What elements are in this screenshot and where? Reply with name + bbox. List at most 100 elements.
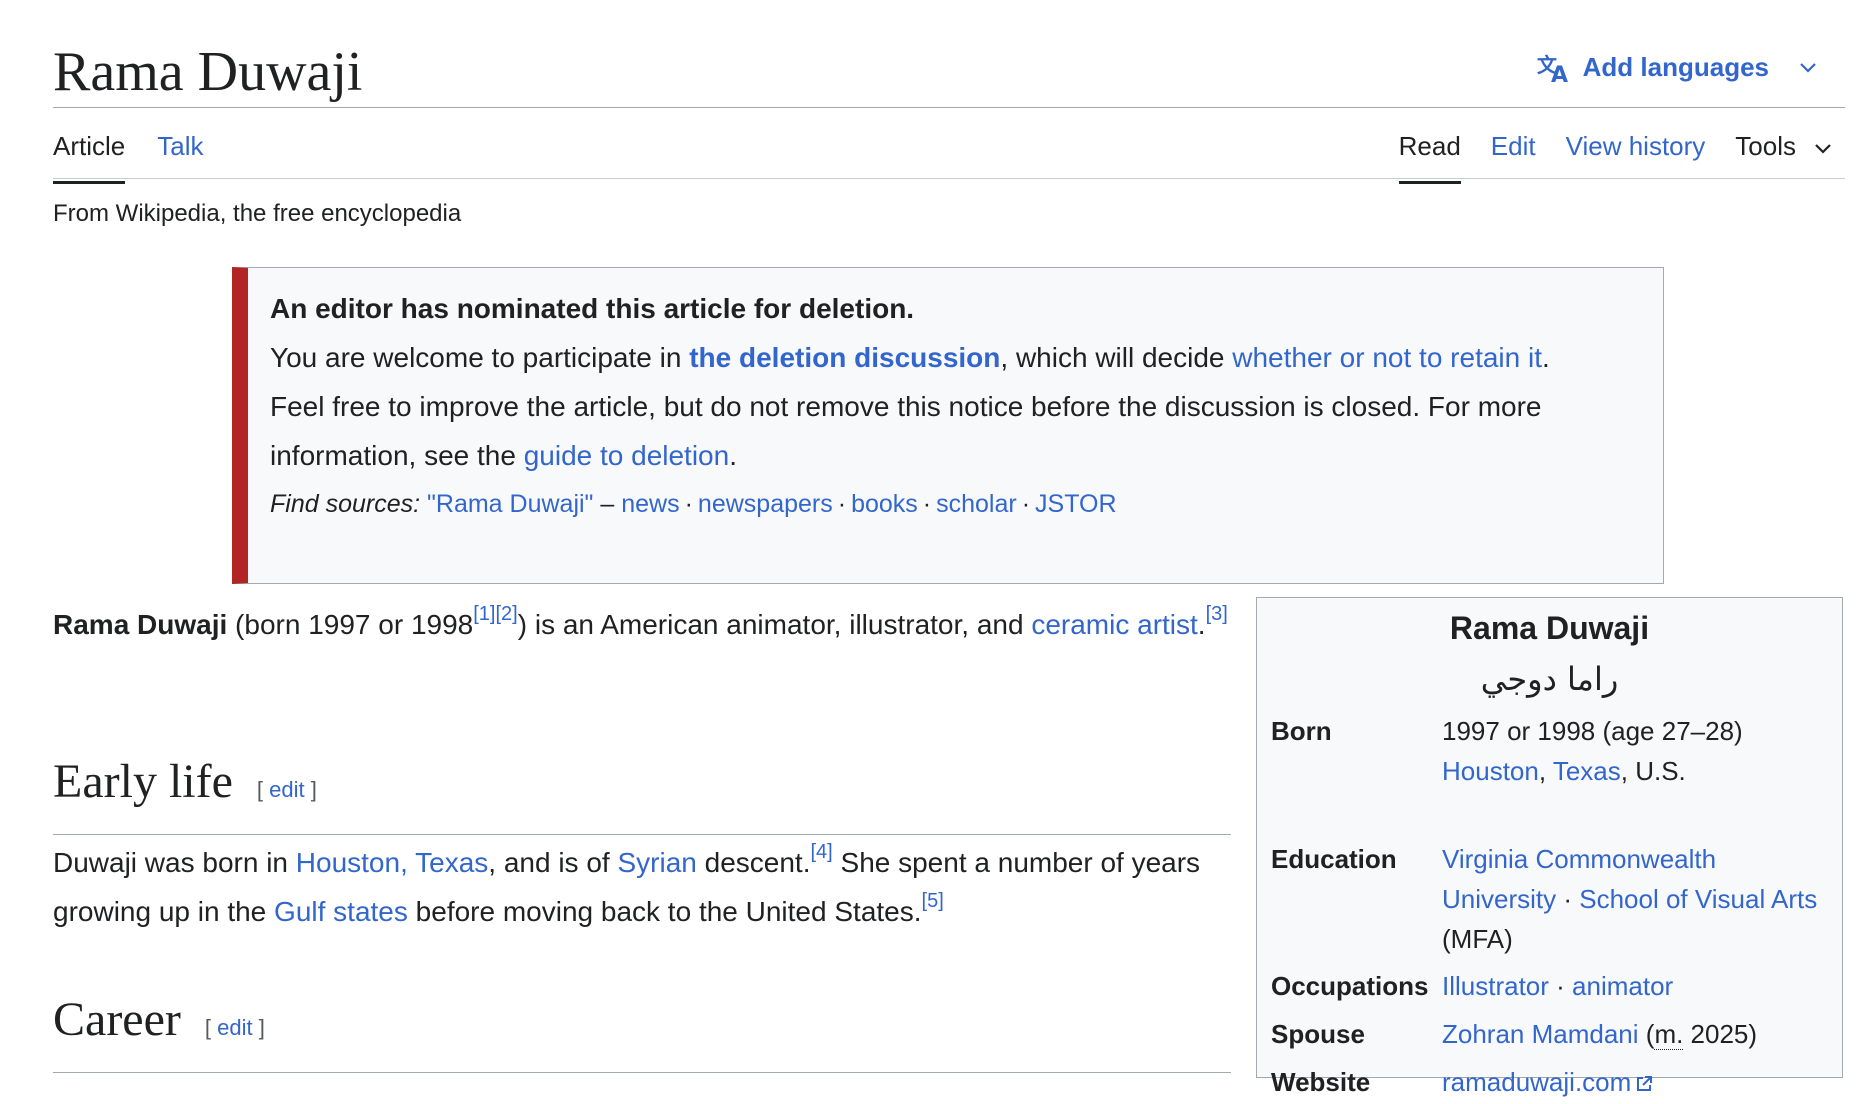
dash: – bbox=[593, 490, 622, 518]
degree: (MFA) bbox=[1442, 924, 1513, 954]
chevron-down-icon bbox=[1799, 62, 1817, 74]
source-jstor-link[interactable]: JSTOR bbox=[1035, 490, 1117, 518]
source-news-link[interactable]: news bbox=[621, 490, 679, 518]
tab-read[interactable]: Read bbox=[1398, 128, 1461, 184]
svg-text:A: A bbox=[1551, 63, 1568, 83]
tab-article[interactable]: Article bbox=[53, 128, 126, 184]
separator: · bbox=[922, 490, 932, 518]
infobox-value: Virginia Commonwealth University · Schoo… bbox=[1442, 839, 1832, 959]
ref-link[interactable]: [1] bbox=[473, 603, 495, 625]
paren: ( bbox=[1638, 1019, 1655, 1049]
page-title: Rama Duwaji bbox=[53, 41, 363, 103]
notice-heading: An editor has nominated this article for… bbox=[270, 293, 915, 324]
tab-edit[interactable]: Edit bbox=[1491, 128, 1536, 184]
separator: · bbox=[1021, 490, 1031, 518]
separator: · bbox=[684, 490, 693, 518]
section-title: Career bbox=[53, 993, 181, 1046]
paragraph-text: before moving back to the United States. bbox=[407, 896, 922, 927]
notice-text: , which will decide bbox=[1000, 342, 1233, 373]
infobox-row-website: Website ramaduwaji.com bbox=[1271, 1062, 1832, 1104]
lead-subject: Rama Duwaji bbox=[53, 609, 228, 640]
ceramic-artist-link[interactable]: ceramic artist bbox=[1031, 609, 1197, 640]
source-newspapers-link[interactable]: newspapers bbox=[698, 490, 833, 518]
ref-link[interactable]: [5] bbox=[922, 890, 944, 912]
namespace-tabs: Article Talk bbox=[53, 128, 236, 184]
infobox-row-spouse: Spouse Zohran Mamdani (m. 2025) bbox=[1271, 1014, 1832, 1054]
edit-section-link[interactable]: edit bbox=[269, 777, 304, 802]
texas-link[interactable]: Texas bbox=[1553, 756, 1621, 786]
ref-link[interactable]: [3] bbox=[1206, 603, 1228, 625]
marriage-year: 2025) bbox=[1683, 1019, 1758, 1049]
source-books-link[interactable]: books bbox=[851, 490, 918, 518]
bracket: ] bbox=[252, 1015, 265, 1040]
notice-text: Feel free to improve the article, but do… bbox=[270, 391, 1542, 471]
infobox: Rama Duwaji راما دوجي Born 1997 or 1998 … bbox=[1256, 597, 1843, 1097]
infobox-value: 1997 or 1998 (age 27–28) Houston, Texas,… bbox=[1442, 711, 1832, 791]
notice-text: . bbox=[1542, 342, 1550, 373]
view-tabs: Read Edit View history Tools bbox=[1398, 128, 1832, 184]
infobox-label: Website bbox=[1271, 1067, 1371, 1097]
lead-end: . bbox=[1197, 609, 1206, 640]
tools-menu[interactable]: Tools bbox=[1735, 128, 1832, 184]
title-divider bbox=[53, 107, 1845, 108]
infobox-label: Occupations bbox=[1271, 971, 1429, 1001]
infobox-value: Zohran Mamdani (m. 2025) bbox=[1442, 1014, 1832, 1054]
edit-section-link[interactable]: edit bbox=[217, 1015, 252, 1040]
syrian-link[interactable]: Syrian bbox=[617, 847, 696, 878]
spouse-link[interactable]: Zohran Mamdani bbox=[1442, 1019, 1639, 1049]
bracket: [ bbox=[204, 1015, 218, 1040]
houston-texas-link[interactable]: Houston, Texas bbox=[296, 847, 489, 878]
illustrator-link[interactable]: Illustrator bbox=[1442, 971, 1549, 1001]
tab-talk[interactable]: Talk bbox=[157, 128, 203, 184]
country: , U.S. bbox=[1620, 756, 1686, 786]
source-query-link[interactable]: "Rama Duwaji" bbox=[427, 490, 593, 518]
deletion-discussion-link[interactable]: the deletion discussion bbox=[689, 342, 1000, 373]
infobox-title: Rama Duwaji bbox=[1449, 610, 1650, 646]
edit-section: [ edit ] bbox=[205, 998, 265, 1058]
separator: · bbox=[837, 490, 847, 518]
add-languages-label: Add languages bbox=[1582, 52, 1769, 82]
infobox-label: Spouse bbox=[1271, 1019, 1365, 1049]
birth-date: 1997 or 1998 (age 27–28) bbox=[1442, 716, 1743, 746]
tab-view-history[interactable]: View history bbox=[1566, 128, 1706, 184]
infobox-value: Illustrator · animator bbox=[1442, 966, 1832, 1006]
lead-paragraph: Rama Duwaji (born 1997 or 1998[1][2]) is… bbox=[53, 600, 1233, 649]
tabs-divider bbox=[53, 178, 1845, 179]
find-sources: Find sources: "Rama Duwaji" – news · newsp… bbox=[270, 480, 1643, 528]
lead-text: ) is an American animator, illustrator, … bbox=[517, 609, 1032, 640]
paragraph-text: descent. bbox=[696, 847, 811, 878]
bracket: [ bbox=[256, 777, 270, 802]
paragraph-text: Duwaji was born in bbox=[53, 847, 296, 878]
infobox-label: Born bbox=[1271, 716, 1332, 746]
guide-to-deletion-link[interactable]: guide to deletion bbox=[524, 440, 730, 471]
infobox-label: Education bbox=[1271, 844, 1397, 874]
animator-link[interactable]: animator bbox=[1572, 971, 1673, 1001]
deletion-notice: An editor has nominated this article for… bbox=[232, 267, 1664, 584]
retention-policy-link[interactable]: whether or not to retain it bbox=[1232, 342, 1542, 373]
separator: · bbox=[1556, 884, 1580, 914]
edit-section: [ edit ] bbox=[257, 760, 317, 820]
website-link[interactable]: ramaduwaji.com bbox=[1442, 1067, 1631, 1097]
comma: , bbox=[1538, 756, 1553, 786]
chevron-down-icon bbox=[1814, 128, 1832, 164]
tools-label: Tools bbox=[1735, 131, 1796, 161]
married-abbr: m. bbox=[1654, 1019, 1684, 1050]
section-heading-early-life: Early life [ edit ] bbox=[53, 752, 1231, 835]
external-link-icon bbox=[1635, 1064, 1653, 1104]
source-scholar-link[interactable]: scholar bbox=[936, 490, 1017, 518]
infobox-native-name: راما دوجي bbox=[1480, 660, 1619, 698]
section-title: Early life bbox=[53, 755, 233, 808]
houston-link[interactable]: Houston bbox=[1442, 756, 1539, 786]
find-sources-label: Find sources: bbox=[270, 490, 421, 518]
gulf-states-link[interactable]: Gulf states bbox=[274, 896, 408, 927]
infobox-row-education: Education Virginia Commonwealth Universi… bbox=[1271, 839, 1832, 959]
sva-link[interactable]: School of Visual Arts bbox=[1579, 884, 1817, 914]
add-languages-button[interactable]: 文 A Add languages bbox=[1537, 52, 1817, 83]
ref-link[interactable]: [2] bbox=[496, 603, 518, 625]
early-life-paragraph: Duwaji was born in Houston, Texas, and i… bbox=[53, 838, 1233, 936]
bracket: ] bbox=[304, 777, 317, 802]
infobox-row-occupations: Occupations Illustrator · animator bbox=[1271, 966, 1832, 1006]
separator: · bbox=[1548, 971, 1573, 1001]
notice-text: . bbox=[729, 440, 737, 471]
ref-link[interactable]: [4] bbox=[810, 841, 832, 863]
